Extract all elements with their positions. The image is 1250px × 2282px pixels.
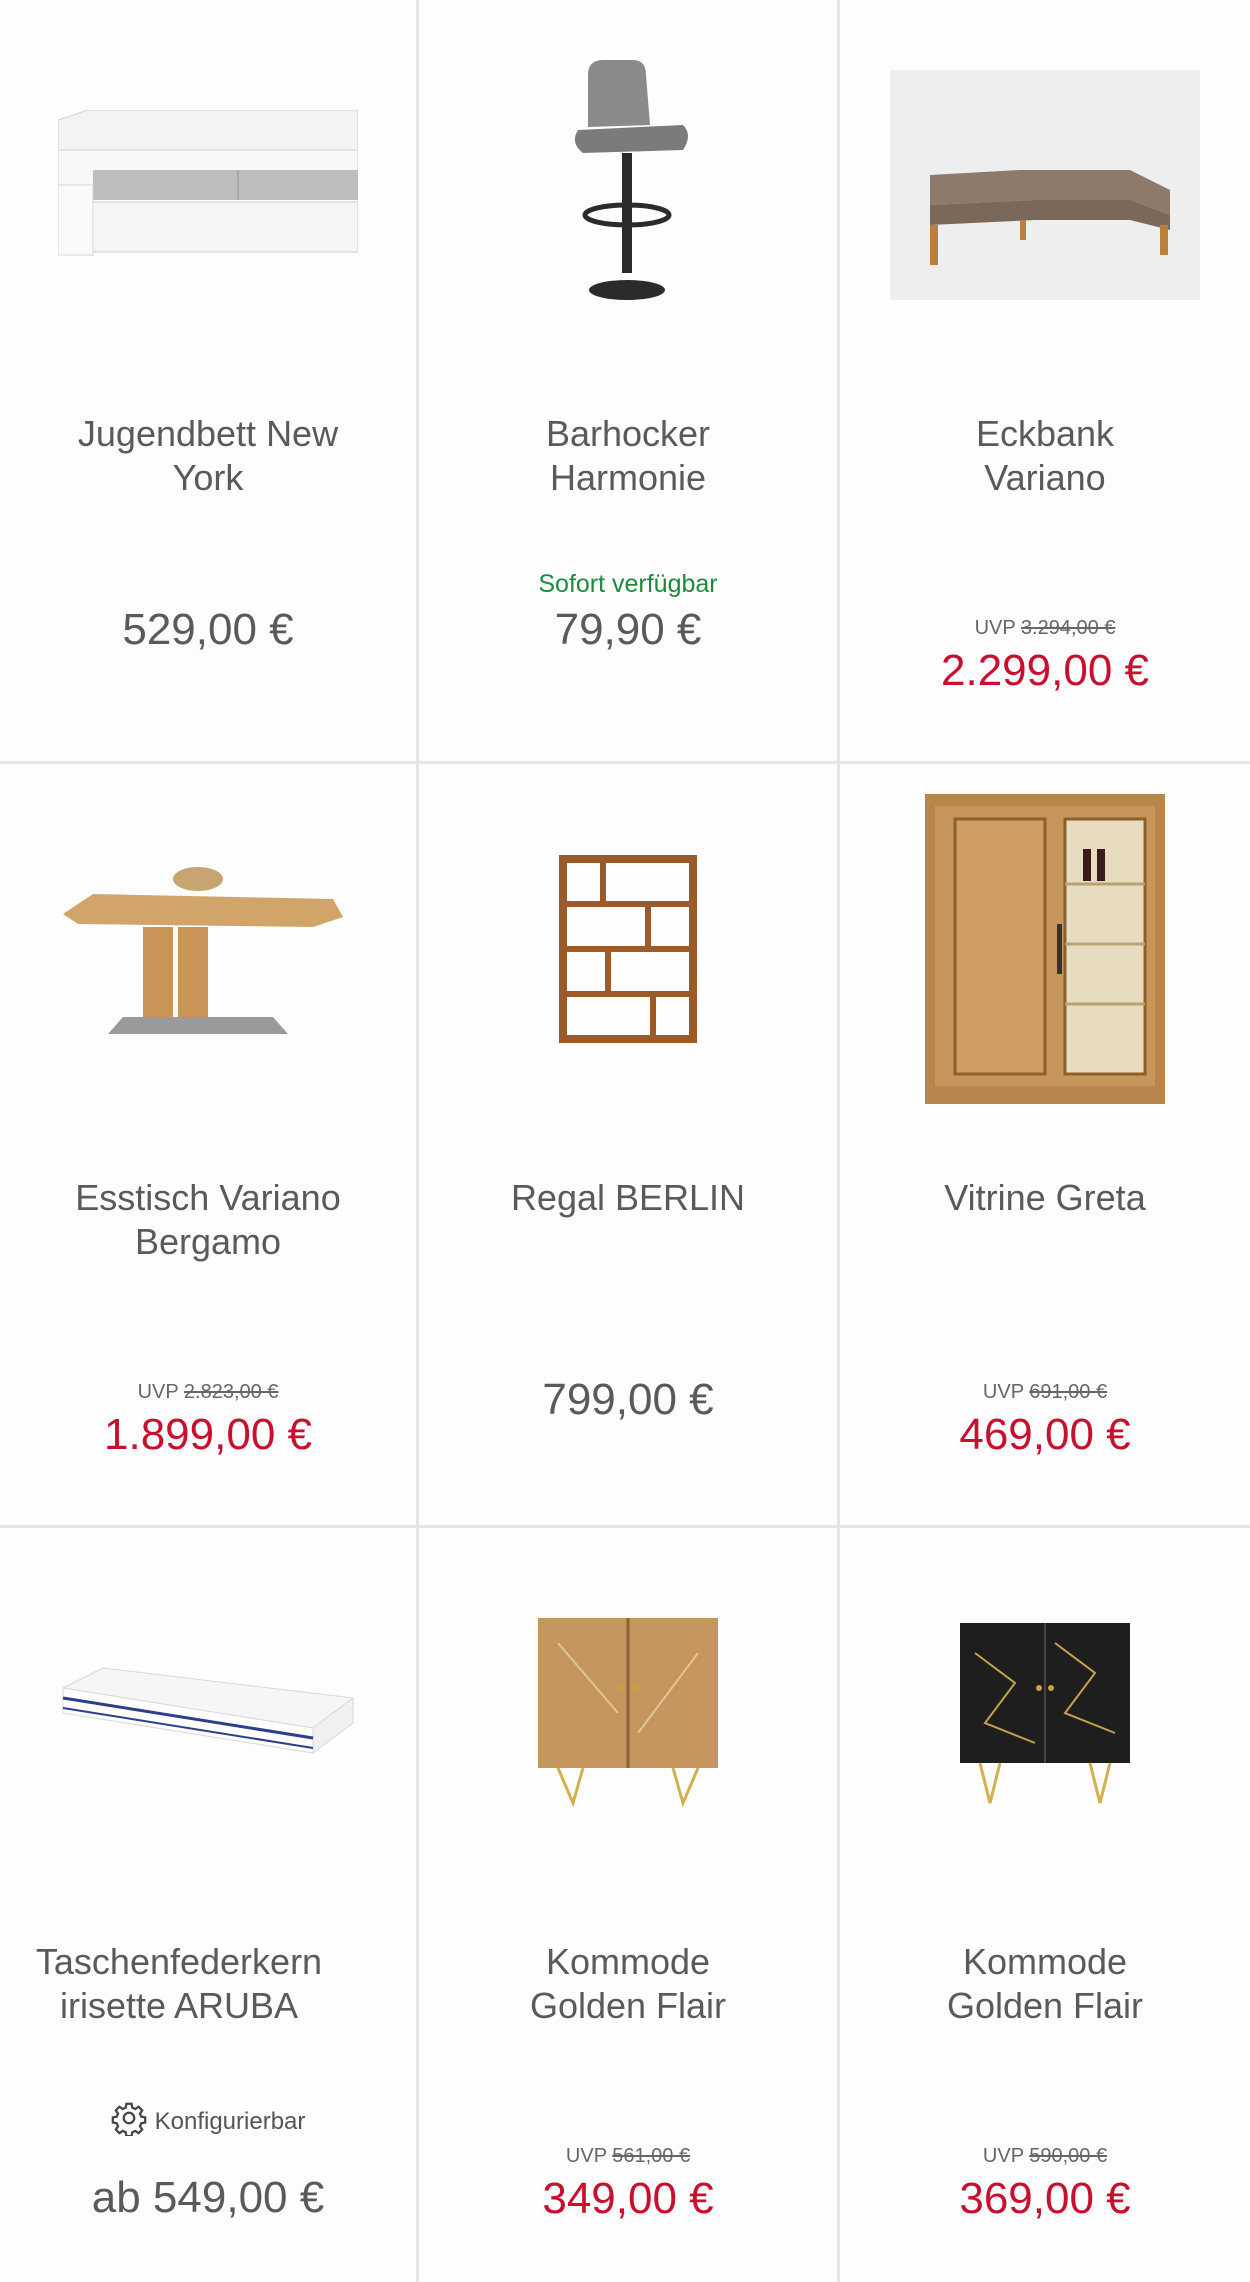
uvp-label: UVP — [974, 617, 1016, 639]
product-image-dresser-black[interactable] — [840, 1568, 1250, 1858]
sale-price: 2.299,00 € — [941, 646, 1149, 695]
sale-price: 349,00 € — [542, 2174, 714, 2223]
product-image-dresser-wood[interactable] — [419, 1568, 837, 1858]
sale-price: 469,00 € — [959, 1410, 1131, 1459]
product-title[interactable]: Kommode Golden Flair — [860, 1940, 1230, 2028]
gear-icon — [111, 2100, 147, 2143]
product-image-corner-bench[interactable] — [840, 40, 1250, 330]
product-image-barstool[interactable] — [419, 40, 837, 330]
product-title[interactable]: Eckbank Variano — [860, 412, 1230, 500]
product-image-vitrine[interactable] — [840, 794, 1250, 1104]
old-price: 3.294,00 € — [1020, 617, 1116, 639]
old-price: 2.823,00 € — [183, 1381, 279, 1403]
old-price: 590,00 € — [1029, 2145, 1108, 2167]
product-image-shelf[interactable] — [419, 804, 837, 1094]
product-price: 529,00 € — [122, 605, 294, 654]
product-image-mattress[interactable] — [0, 1568, 416, 1858]
product-card[interactable]: Kommode Golden Flair UVP 590,00 € 369,00… — [840, 1528, 1250, 2282]
uvp-label: UVP — [982, 2145, 1024, 2167]
product-image-dining-table[interactable] — [0, 804, 416, 1094]
old-price: 691,00 € — [1029, 1381, 1108, 1403]
availability-status: Sofort verfügbar — [538, 570, 718, 598]
product-card[interactable]: Regal BERLIN 799,00 € — [419, 764, 840, 1528]
product-card[interactable]: Vitrine Greta UVP 691,00 € 469,00 € — [840, 764, 1250, 1528]
product-price: 79,90 € — [554, 605, 702, 654]
product-card[interactable]: Kommode Golden Flair UVP 561,00 € 349,00… — [419, 1528, 840, 2282]
uvp-label: UVP — [565, 2145, 607, 2167]
product-image-bed[interactable] — [0, 40, 416, 330]
uvp-price: UVP 561,00 € — [419, 2145, 837, 2168]
uvp-label: UVP — [137, 1381, 179, 1403]
uvp-price: UVP 3.294,00 € — [840, 617, 1250, 640]
product-title[interactable]: Vitrine Greta — [860, 1176, 1230, 1220]
product-card[interactable]: Esstisch Variano Bergamo UVP 2.823,00 € … — [0, 764, 419, 1528]
product-card[interactable]: Taschenfederkern irisette ARUBA Konfigur… — [0, 1528, 419, 2282]
product-price: ab 549,00 € — [91, 2173, 325, 2222]
product-card[interactable]: Eckbank Variano UVP 3.294,00 € 2.299,00 … — [840, 0, 1250, 764]
uvp-price: UVP 2.823,00 € — [0, 1381, 416, 1404]
sale-price: 1.899,00 € — [104, 1410, 312, 1459]
product-title[interactable]: Kommode Golden Flair — [439, 1940, 817, 2028]
product-title[interactable]: Jugendbett New York — [20, 412, 396, 500]
uvp-price: UVP 590,00 € — [840, 2145, 1250, 2168]
product-card[interactable]: Jugendbett New York 529,00 € — [0, 0, 419, 764]
product-title[interactable]: Barhocker Harmonie — [439, 412, 817, 500]
product-card[interactable]: Barhocker Harmonie Sofort verfügbar 79,9… — [419, 0, 840, 764]
configurable-badge: Konfigurierbar — [0, 2100, 416, 2143]
configurable-label: Konfigurierbar — [154, 2107, 306, 2135]
uvp-price: UVP 691,00 € — [840, 1381, 1250, 1404]
uvp-label: UVP — [982, 1381, 1024, 1403]
product-title[interactable]: Regal BERLIN — [439, 1176, 817, 1220]
product-grid: Jugendbett New York 529,00 € Barhocker H… — [0, 0, 1250, 2282]
old-price: 561,00 € — [612, 2145, 691, 2167]
product-price: 799,00 € — [542, 1375, 714, 1424]
product-title[interactable]: Taschenfederkern irisette ARUBA — [32, 1940, 326, 2028]
sale-price: 369,00 € — [959, 2174, 1131, 2223]
product-title[interactable]: Esstisch Variano Bergamo — [20, 1176, 396, 1264]
